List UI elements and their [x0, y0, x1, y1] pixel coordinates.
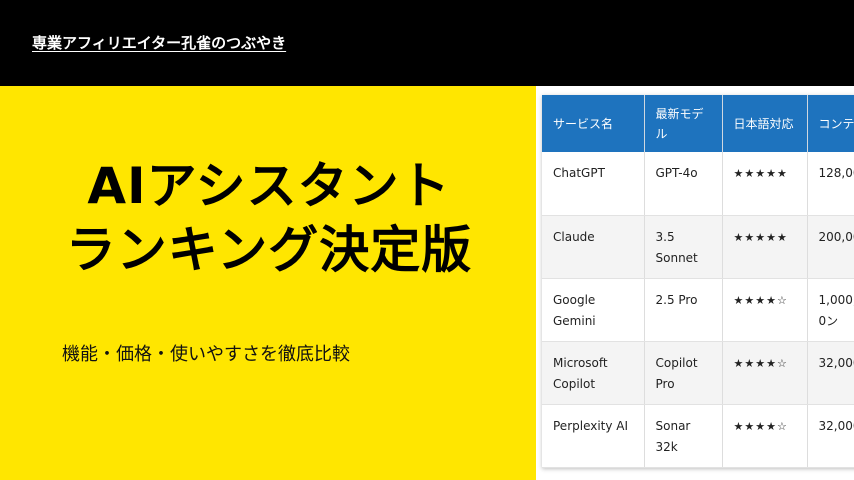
cell-model: Copilot Pro: [644, 341, 723, 405]
cell-model: 3.5 Sonnet: [644, 215, 723, 279]
cell-service: ChatGPT: [542, 152, 645, 216]
comparison-table-wrapper[interactable]: サービス名 最新モデル 日本語対応 コンテ ChatGPT GPT-4o ★★★…: [542, 95, 854, 468]
cell-japanese-rating: ★★★★★: [722, 152, 808, 216]
header-context: コンテ: [807, 95, 854, 152]
top-bar: 専業アフィリエイター孔雀のつぶやき: [0, 0, 854, 86]
cell-model: Sonar 32k: [644, 404, 723, 468]
header-japanese: 日本語対応: [722, 95, 808, 152]
header-model: 最新モデル: [644, 95, 723, 152]
cell-japanese-rating: ★★★★★: [722, 215, 808, 279]
table-row: ChatGPT GPT-4o ★★★★★ 128,00: [542, 152, 854, 216]
cell-context: 128,00: [807, 152, 854, 216]
cell-model: 2.5 Pro: [644, 278, 723, 342]
cell-model: GPT-4o: [644, 152, 723, 216]
cell-context: 1,000,0ン: [807, 278, 854, 342]
cell-japanese-rating: ★★★★☆: [722, 404, 808, 468]
cell-service: Microsoft Copilot: [542, 341, 645, 405]
headline-line-2: ランキング決定版: [65, 221, 473, 279]
table-row: Microsoft Copilot Copilot Pro ★★★★☆ 32,0…: [542, 341, 854, 405]
cell-japanese-rating: ★★★★☆: [722, 341, 808, 405]
comparison-table: サービス名 最新モデル 日本語対応 コンテ ChatGPT GPT-4o ★★★…: [542, 95, 854, 468]
table-row: Google Gemini 2.5 Pro ★★★★☆ 1,000,0ン: [542, 278, 854, 342]
site-name-link[interactable]: 専業アフィリエイター孔雀のつぶやき: [32, 32, 286, 53]
subtitle: 機能・価格・使いやすさを徹底比較: [62, 344, 350, 365]
table-header-row: サービス名 最新モデル 日本語対応 コンテ: [542, 95, 854, 152]
headline-line-1: AIアシスタント: [87, 157, 451, 215]
table-row: Claude 3.5 Sonnet ★★★★★ 200,00: [542, 215, 854, 279]
cell-context: 200,00: [807, 215, 854, 279]
cell-context: 32,000: [807, 404, 854, 468]
cell-service: Google Gemini: [542, 278, 645, 342]
cell-context: 32,000: [807, 341, 854, 405]
table-row: Perplexity AI Sonar 32k ★★★★☆ 32,000: [542, 404, 854, 468]
cell-service: Perplexity AI: [542, 404, 645, 468]
comparison-panel: サービス名 最新モデル 日本語対応 コンテ ChatGPT GPT-4o ★★★…: [536, 86, 854, 480]
header-service: サービス名: [542, 95, 645, 152]
cell-japanese-rating: ★★★★☆: [722, 278, 808, 342]
cell-service: Claude: [542, 215, 645, 279]
